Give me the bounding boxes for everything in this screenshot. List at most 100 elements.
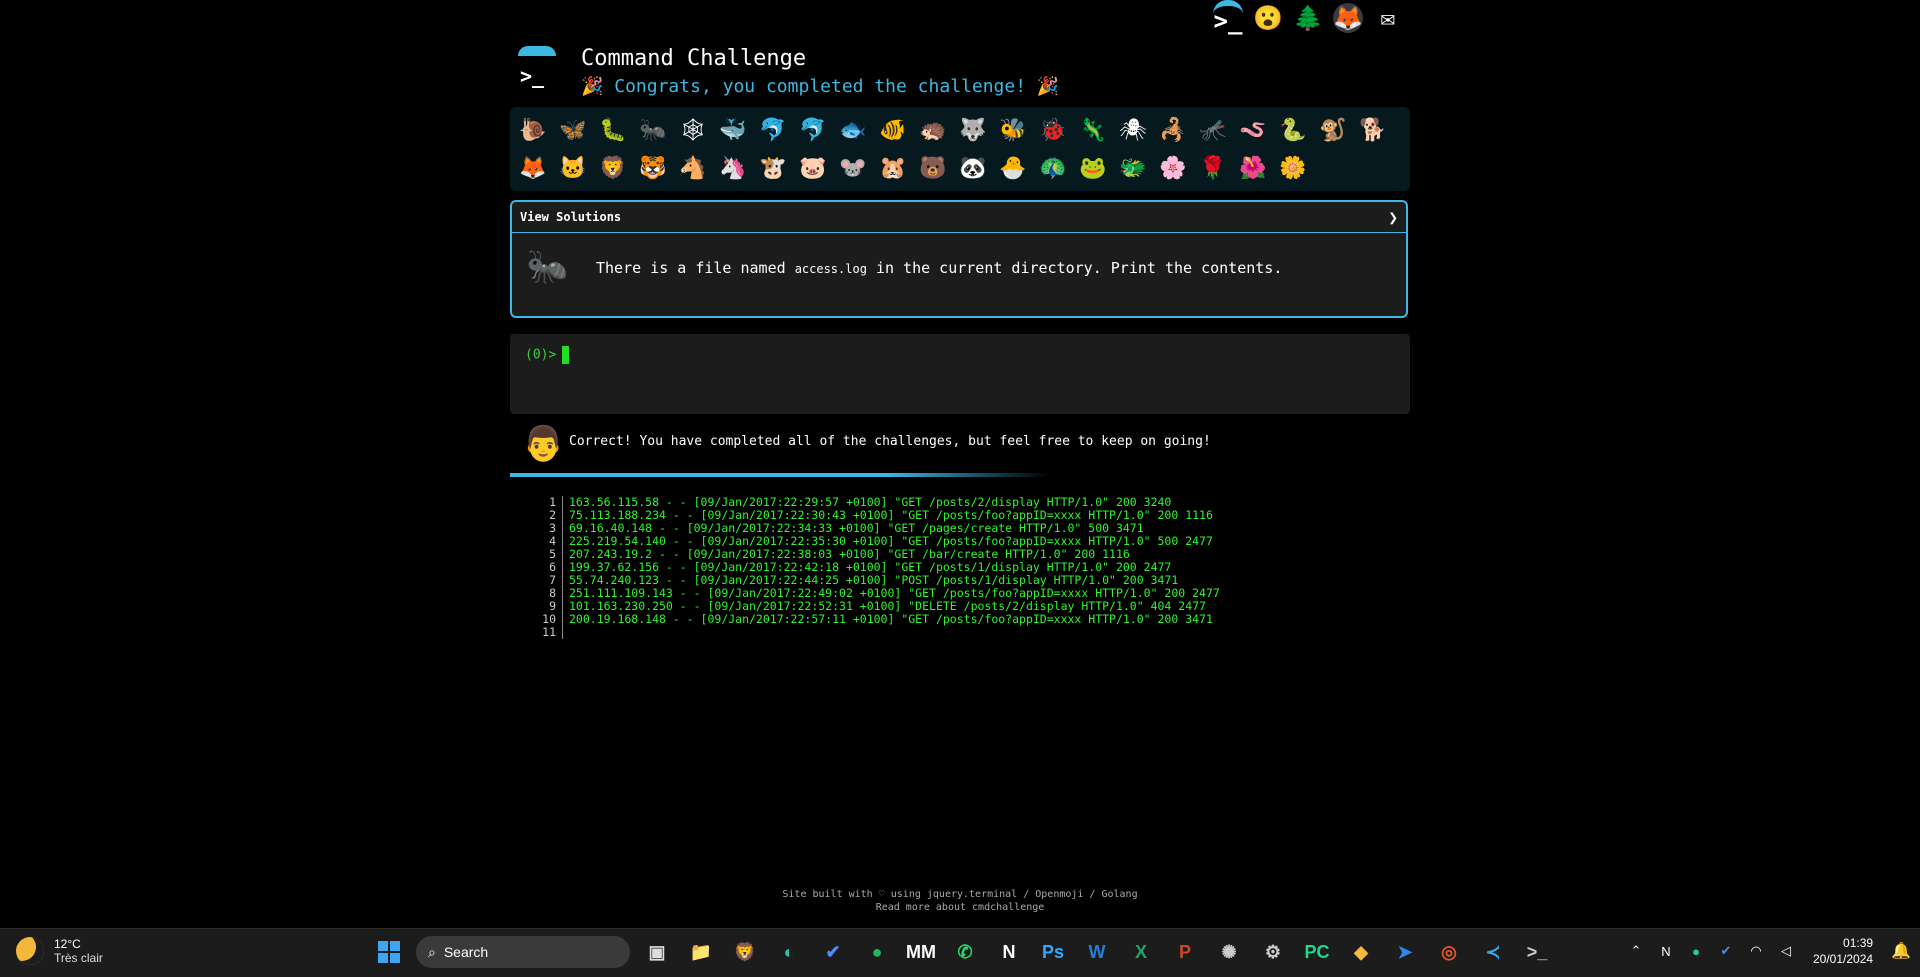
photoshop-icon[interactable]: Ps [1036, 935, 1070, 969]
notion-icon[interactable]: N [992, 935, 1026, 969]
challenge-emoji-icon[interactable]: 🦂 [1156, 113, 1190, 147]
challenge-emoji-icon[interactable]: 🕸 [676, 113, 710, 147]
weather-widget[interactable]: 12°C Très clair [16, 937, 103, 965]
todo-icon[interactable]: ✔ [816, 935, 850, 969]
challenge-emoji-icon[interactable]: 🦎 [1076, 113, 1110, 147]
challenge-text-post: in the current directory. Print the cont… [866, 259, 1283, 277]
mm-icon[interactable]: MM [904, 935, 938, 969]
challenge-emoji-icon[interactable]: 🪱 [1236, 113, 1270, 147]
challenge-emoji-icon[interactable]: 🕷 [1116, 113, 1150, 147]
notion-tray-icon[interactable]: N [1655, 940, 1677, 962]
footer-credits: Site built with ♡ using jquery.terminal … [782, 889, 1138, 900]
word-icon[interactable]: W [1080, 935, 1114, 969]
challenge-emoji-icon[interactable]: 🐻 [916, 151, 950, 185]
challenge-emoji-icon[interactable]: 🐛 [596, 113, 630, 147]
access-log-output: 1 163.56.115.58 - - [09/Jan/2017:22:29:57… [530, 496, 1220, 639]
settings-app-icon[interactable]: ⚙ [1256, 935, 1290, 969]
git-icon[interactable]: ◆ [1344, 935, 1378, 969]
challenge-emoji-icon[interactable]: 🐳 [716, 113, 750, 147]
terminal-app-icon[interactable]: >_ [1520, 935, 1554, 969]
chevron-up-icon[interactable]: ⌃ [1625, 940, 1647, 962]
challenge-emoji-icon[interactable]: 🐸 [1076, 151, 1110, 185]
challenge-emoji-icon[interactable]: 🐬 [796, 113, 830, 147]
wifi-icon[interactable]: ◠ [1745, 940, 1767, 962]
app-tray-icon[interactable]: ● [1685, 940, 1707, 962]
challenge-emoji-icon[interactable]: 🐣 [996, 151, 1030, 185]
edge-icon[interactable]: ◐ [772, 935, 806, 969]
chevron-right-icon[interactable]: ❯ [1388, 208, 1398, 227]
view-solutions-toggle[interactable]: View Solutions ❯ [512, 202, 1406, 233]
search-icon: ⌕ [428, 943, 436, 960]
footer: Site built with ♡ using jquery.terminal … [660, 888, 1260, 914]
file-explorer-icon[interactable]: 📁 [684, 935, 718, 969]
volume-icon[interactable]: ◁ [1775, 940, 1797, 962]
challenge-emoji-icon[interactable]: 🐱 [556, 151, 590, 185]
challenge-emoji-icon[interactable]: 🐴 [676, 151, 710, 185]
challenge-emoji-icon[interactable]: 🐯 [636, 151, 670, 185]
power-automate-icon[interactable]: ➤ [1388, 935, 1422, 969]
powerpoint-icon[interactable]: P [1168, 935, 1202, 969]
challenge-emoji-icon[interactable]: 🦚 [1036, 151, 1070, 185]
emoji-row-1: 🐌 🦋 🐛 🐜 🕸 🐳 🐬 🐬 🐟 🐠 🦔 🐺 🐝 🐞 🦎 🕷 🦂 🦟 🪱 🐍 🐒 🐕 [516, 111, 1404, 149]
terminal-input-area[interactable]: (0)> [510, 334, 1410, 414]
challenge-emoji-icon[interactable]: 🦋 [556, 113, 590, 147]
task-view-icon[interactable]: ▣ [640, 935, 674, 969]
page-header: >_ Command Challenge 🎉 Congrats, you com… [510, 42, 1410, 102]
challenge-text-pre: There is a file named [596, 259, 795, 277]
clock[interactable]: 01:39 20/01/2024 [1813, 935, 1873, 967]
challenge-emoji-icon[interactable]: 🐲 [1116, 151, 1150, 185]
terminal-icon[interactable]: >_ [1213, 0, 1243, 36]
challenge-emoji-icon[interactable]: 🌺 [1236, 151, 1270, 185]
ubuntu-icon[interactable]: ◎ [1432, 935, 1466, 969]
log-text: 200.19.168.148 - - [09/Jan/2017:22:57:11… [569, 612, 1213, 626]
challenge-emoji-icon[interactable]: 🐕 [1356, 113, 1390, 147]
notification-bell-icon[interactable]: 🔔 [1891, 941, 1911, 961]
challenge-emoji-icon[interactable]: 🐟 [836, 113, 870, 147]
challenge-emoji-icon[interactable]: 🐼 [956, 151, 990, 185]
pycharm-icon[interactable]: PC [1300, 935, 1334, 969]
challenge-emoji-icon[interactable]: 🐒 [1316, 113, 1350, 147]
challenge-emoji-icon[interactable]: 🦔 [916, 113, 950, 147]
emoji-face-icon[interactable]: 😮 [1253, 3, 1283, 33]
challenge-emoji-icon[interactable]: 🦄 [716, 151, 750, 185]
challenge-emoji-icon[interactable]: 🐞 [1036, 113, 1070, 147]
start-button[interactable] [372, 935, 406, 969]
challenge-emoji-panel: 🐌 🦋 🐛 🐜 🕸 🐳 🐬 🐬 🐟 🐠 🦔 🐺 🐝 🐞 🦎 🕷 🦂 🦟 🪱 🐍 🐒 🐕 🦊 🐱 🦁 🐯 🐴 🦄 🐮 🐷 🐭 🐹 🐻 🐼 🐣 🦚 🐸 🐲 🌸… [510, 107, 1410, 191]
tree-icon[interactable]: 🌲 [1293, 3, 1323, 33]
challenge-emoji-icon[interactable]: 🐜 [636, 113, 670, 147]
view-solutions-label: View Solutions [520, 210, 622, 224]
clock-date: 20/01/2024 [1813, 952, 1874, 966]
vscode-icon[interactable]: ≺ [1476, 935, 1510, 969]
challenge-text: There is a file named access.log in the … [596, 259, 1282, 277]
challenge-emoji-icon[interactable]: 🐍 [1276, 113, 1310, 147]
system-tray: ⌃ N ● ✔ ◠ ◁ 01:39 20/01/2024 🔔 [1625, 935, 1911, 967]
challenge-emoji-icon[interactable]: 🐬 [756, 113, 790, 147]
challenge-emoji-icon[interactable]: 🐌 [516, 113, 550, 147]
excel-icon[interactable]: X [1124, 935, 1158, 969]
challenge-emoji-icon[interactable]: 🦁 [596, 151, 630, 185]
challenge-emoji-icon[interactable]: 🐷 [796, 151, 830, 185]
gitlab-fox-icon[interactable]: 🦊 [1333, 3, 1363, 33]
challenge-emoji-icon[interactable]: 🐭 [836, 151, 870, 185]
challenge-emoji-icon[interactable]: 🐮 [756, 151, 790, 185]
challenge-emoji-icon[interactable]: 🐺 [956, 113, 990, 147]
spotify-icon[interactable]: ● [860, 935, 894, 969]
whatsapp-icon[interactable]: ✆ [948, 935, 982, 969]
challenge-emoji-icon[interactable]: 🦟 [1196, 113, 1230, 147]
footer-readmore-link[interactable]: Read more about cmdchallenge [660, 901, 1260, 914]
terminal-cursor [562, 346, 570, 364]
challenge-emoji-icon[interactable]: 🌸 [1156, 151, 1190, 185]
mail-icon[interactable]: ✉ [1373, 3, 1403, 33]
challenge-emoji-icon[interactable]: 🌼 [1276, 151, 1310, 185]
challenge-emoji-icon[interactable]: 🐠 [876, 113, 910, 147]
taskbar-search[interactable]: ⌕ Search [416, 936, 630, 968]
challenge-emoji-icon[interactable]: 🐝 [996, 113, 1030, 147]
challenge-emoji-icon[interactable]: 🐹 [876, 151, 910, 185]
todo-tray-icon[interactable]: ✔ [1715, 940, 1737, 962]
brave-icon[interactable]: 🦁 [728, 935, 762, 969]
correct-text: Correct! You have completed all of the c… [569, 434, 1211, 449]
terminal-prompt[interactable]: (0)> [525, 346, 570, 364]
challenge-emoji-icon[interactable]: 🌹 [1196, 151, 1230, 185]
challenge-emoji-icon[interactable]: 🦊 [516, 151, 550, 185]
chatgpt-icon[interactable]: ✺ [1212, 935, 1246, 969]
